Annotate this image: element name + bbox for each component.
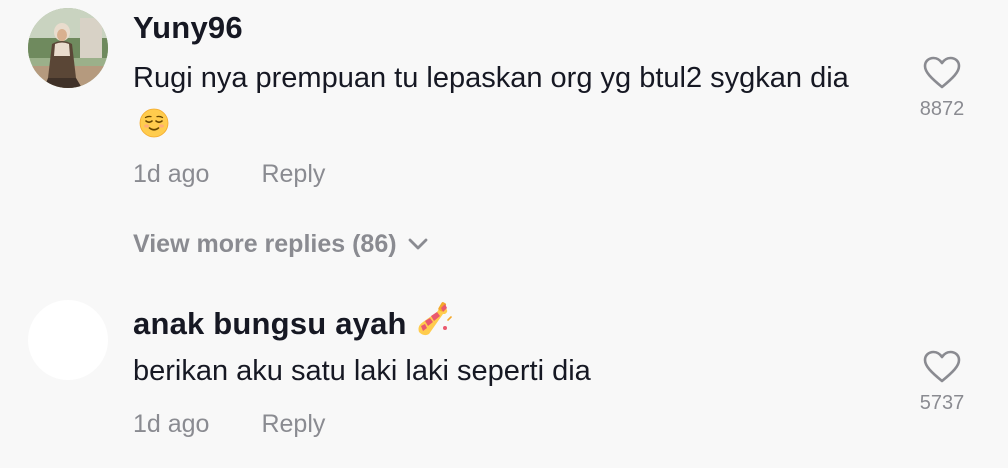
username[interactable]: anak bungsu ayah — [133, 302, 453, 346]
comment-text-content: Rugi nya prempuan tu lepaskan org yg btu… — [133, 62, 849, 94]
like-count: 5737 — [919, 392, 965, 414]
view-more-replies-label: View more replies (86) — [133, 230, 397, 258]
comment-meta: 1d ago Reply — [133, 160, 325, 189]
avatar[interactable] — [28, 8, 108, 88]
user-photo-avatar — [28, 8, 108, 88]
heart-icon[interactable] — [923, 56, 961, 90]
comment-meta: 1d ago Reply — [133, 410, 325, 439]
comment-timestamp: 1d ago — [133, 160, 210, 188]
username[interactable]: Yuny96 — [133, 10, 243, 46]
avatar[interactable] — [28, 300, 108, 380]
chevron-down-icon — [407, 229, 429, 258]
like-count: 8872 — [919, 98, 965, 120]
relieved-face-emoji — [139, 107, 169, 152]
comment-text: Rugi nya prempuan tu lepaskan org yg btu… — [133, 56, 873, 152]
like-control: 8872 — [912, 56, 972, 121]
comment-timestamp: 1d ago — [133, 410, 210, 438]
comment-text: berikan aku satu laki laki seperti dia — [133, 355, 591, 387]
nail-polish-emoji — [415, 302, 453, 346]
username-text: anak bungsu ayah — [133, 306, 407, 341]
reply-button[interactable]: Reply — [261, 160, 325, 188]
heart-icon[interactable] — [923, 350, 961, 384]
view-more-replies-button[interactable]: View more replies (86) — [133, 230, 429, 259]
reply-button[interactable]: Reply — [261, 410, 325, 438]
like-control: 5737 — [912, 350, 972, 415]
